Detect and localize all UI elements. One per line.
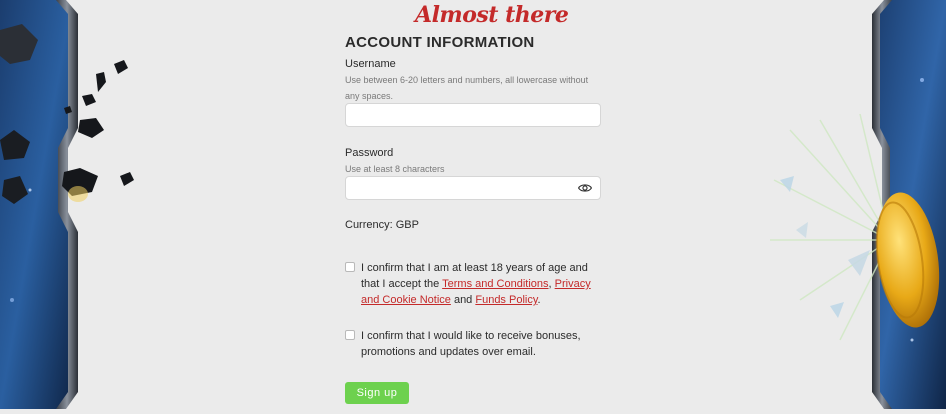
sign-up-button[interactable]: Sign up xyxy=(345,382,409,404)
left-decorative-panel xyxy=(0,0,134,409)
password-label: Password xyxy=(345,147,394,159)
username-label: Username xyxy=(345,58,396,70)
password-input[interactable] xyxy=(346,177,582,199)
marketing-consent-checkbox[interactable] xyxy=(345,330,355,340)
coin-burst-illustration xyxy=(770,113,940,341)
marketing-consent-text: I confirm that I would like to receive b… xyxy=(361,330,581,358)
username-input[interactable] xyxy=(346,104,582,126)
currency-text: Currency: GBP xyxy=(345,219,419,231)
password-field[interactable] xyxy=(345,176,601,200)
username-hint: Use between 6-20 letters and numbers, al… xyxy=(345,75,589,101)
age-consent-row: I confirm that I am at least 18 years of… xyxy=(345,260,605,310)
username-field[interactable] xyxy=(345,103,601,127)
age-consent-text: I confirm that I am at least 18 years of… xyxy=(361,260,605,308)
separator: and xyxy=(450,294,476,306)
period: . xyxy=(537,294,541,306)
marketing-consent-row: I confirm that I would like to receive b… xyxy=(345,328,605,362)
section-heading: ACCOUNT INFORMATION xyxy=(345,34,535,51)
funds-policy-link[interactable]: Funds Policy xyxy=(475,294,537,306)
page-title: Almost there xyxy=(415,2,569,28)
left-space-frame-illustration xyxy=(0,0,134,409)
terms-link[interactable]: Terms and Conditions xyxy=(442,278,548,290)
password-hint: Use at least 8 characters xyxy=(345,164,445,174)
eye-icon[interactable] xyxy=(578,182,592,194)
age-consent-checkbox[interactable] xyxy=(345,262,355,272)
